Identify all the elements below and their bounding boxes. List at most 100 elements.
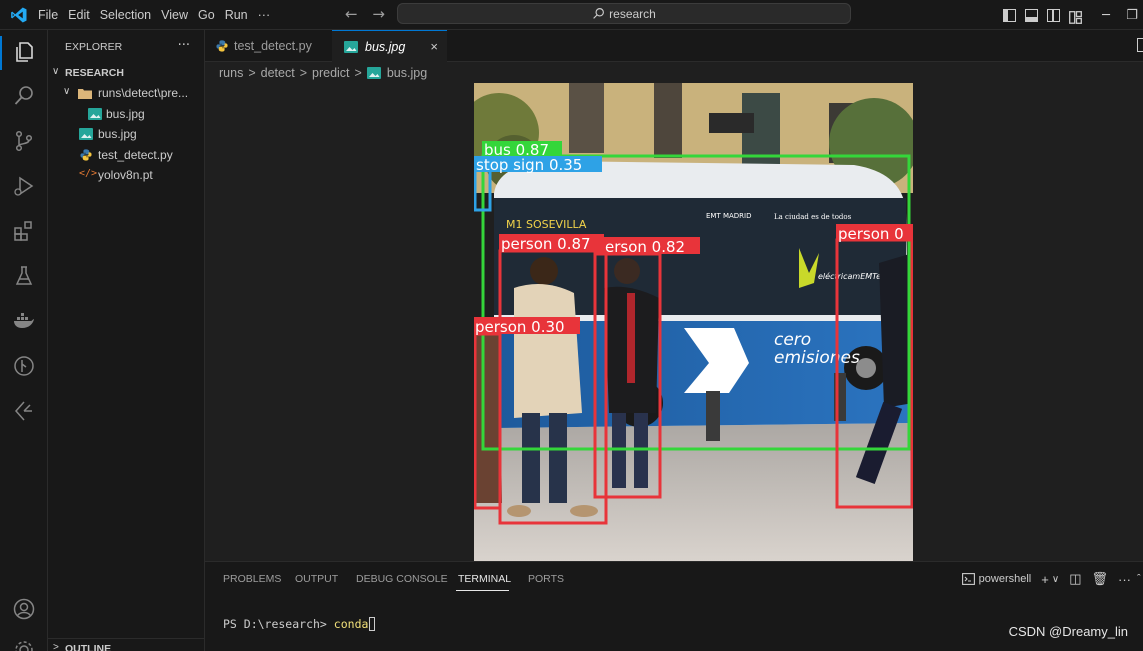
tree-item-label: bus.jpg [106, 107, 145, 121]
run-debug-icon[interactable] [12, 174, 36, 198]
back-arrow-icon[interactable]: ← [345, 5, 358, 23]
chevron-down-icon[interactable]: ∨ [1052, 574, 1059, 585]
image-file-icon [79, 128, 93, 140]
toggle-primary-sidebar-icon[interactable] [1003, 8, 1016, 22]
tree-item-bus-jpg-nested[interactable]: bus.jpg [48, 104, 205, 124]
remote-explorer-icon[interactable] [12, 399, 36, 423]
tree-item-label: bus.jpg [98, 127, 137, 141]
more-actions-icon[interactable]: ··· [1118, 572, 1131, 587]
tree-root-research[interactable]: ∨ RESEARCH [48, 63, 205, 83]
outline-section[interactable]: > OUTLINE [48, 638, 205, 651]
search-icon [593, 8, 605, 19]
tree-item-runs-folder[interactable]: ∨ runs\detect\pre... [48, 83, 205, 103]
python-icon [216, 40, 228, 52]
bbox-label-person: person 0.87 [501, 235, 591, 253]
settings-gear-icon[interactable] [12, 638, 36, 651]
explorer-more-button[interactable]: ··· [178, 38, 190, 53]
bottom-panel: PROBLEMS OUTPUT DEBUG CONSOLE TERMINAL P… [205, 561, 1143, 651]
new-terminal-plus-icon[interactable]: + [1041, 572, 1049, 587]
explorer-sidebar: EXPLORER ··· ∨ RESEARCH ∨ runs\detect\pr… [48, 30, 205, 651]
search-text: research [609, 6, 656, 21]
toggle-panel-icon[interactable] [1025, 8, 1038, 22]
image-icon [344, 41, 358, 53]
menu-more[interactable]: ··· [258, 8, 271, 22]
breadcrumb-detect[interactable]: detect [261, 66, 295, 80]
image-icon [366, 67, 381, 79]
bus-route-sign: M1 SOSEVILLA [506, 218, 587, 231]
minimize-button[interactable]: ─ [1091, 8, 1121, 23]
tree-item-label: runs\detect\pre... [98, 86, 189, 100]
breadcrumb: runs > detect > predict > bus.jpg [219, 64, 427, 82]
bbox-label-person: person 0 [838, 225, 904, 243]
tab-test-detect-py[interactable]: test_detect.py [205, 30, 331, 62]
code-file-icon: </> [79, 168, 98, 179]
tab-ports[interactable]: PORTS [528, 573, 564, 585]
accounts-icon[interactable] [12, 597, 36, 621]
toggle-secondary-sidebar-icon[interactable] [1047, 8, 1060, 22]
chevron-down-icon: ∨ [52, 66, 60, 77]
close-icon[interactable]: × [430, 39, 438, 54]
image-file-icon [88, 108, 102, 120]
tree-item-label: test_detect.py [98, 148, 173, 162]
menu-run[interactable]: Run [225, 8, 248, 22]
terminal-actions: powershell + ∨ ◫ 🗑 ··· ˆ [961, 568, 1143, 590]
explorer-icon[interactable] [12, 40, 36, 64]
tab-problems[interactable]: PROBLEMS [223, 573, 281, 585]
image-preview[interactable]: M1 SOSEVILLA EMT MADRID La ciudad es de … [474, 83, 913, 561]
breadcrumb-runs[interactable]: runs [219, 66, 243, 80]
bus-slogan-2: emisiones [774, 348, 860, 368]
bus-emt-logo: EMT MADRID [706, 212, 752, 220]
menu-view[interactable]: View [161, 8, 188, 22]
window-controls: ─ ❐ [1003, 0, 1143, 30]
trash-icon[interactable]: 🗑 [1091, 571, 1108, 587]
activity-bar [0, 30, 48, 651]
folder-icon [78, 89, 92, 99]
split-terminal-icon[interactable]: ◫ [1069, 571, 1081, 587]
source-control-icon[interactable] [12, 129, 36, 153]
breadcrumb-separator-icon: > [299, 66, 308, 80]
tree-item-test-detect-py[interactable]: test_detect.py [48, 145, 205, 165]
tab-output[interactable]: OUTPUT [295, 573, 338, 585]
command-center-search[interactable]: research [397, 3, 851, 24]
bus-slogan-1: cero [774, 330, 811, 350]
terminal-command: conda [333, 617, 369, 631]
tab-bus-jpg[interactable]: bus.jpg × [332, 30, 447, 62]
tree-item-yolov8n-pt[interactable]: </> yolov8n.pt [48, 165, 205, 185]
docker-icon[interactable] [12, 309, 36, 333]
python-file-icon [80, 149, 92, 161]
tab-terminal[interactable]: TERMINAL [458, 573, 511, 585]
maximize-panel-icon[interactable]: ˆ [1137, 573, 1143, 585]
terminal-output[interactable]: PS D:\research> conda [223, 617, 376, 631]
chevron-right-icon: > [53, 642, 59, 651]
chevron-down-icon: ∨ [63, 86, 71, 97]
restore-button[interactable]: ❐ [1121, 8, 1143, 23]
testing-flask-icon[interactable] [12, 264, 36, 288]
menu-bar: File Edit Selection View Go Run ··· [38, 0, 280, 30]
breadcrumb-predict[interactable]: predict [312, 66, 350, 80]
tab-debug-console[interactable]: DEBUG CONSOLE [356, 573, 448, 585]
terminal-icon [961, 573, 975, 585]
extensions-icon[interactable] [12, 219, 36, 243]
tree-item-bus-jpg[interactable]: bus.jpg [48, 124, 205, 144]
active-indicator [0, 36, 2, 70]
title-bar: File Edit Selection View Go Run ··· ← → … [0, 0, 1143, 30]
menu-file[interactable]: File [38, 8, 58, 22]
bbox-label-person: person 0.30 [475, 318, 565, 336]
breadcrumb-separator-icon: > [354, 66, 362, 80]
bus-brand: eléctricamEMTe [818, 271, 881, 281]
split-editor-icon[interactable] [1137, 38, 1143, 52]
menu-edit[interactable]: Edit [68, 8, 90, 22]
git-graph-icon[interactable] [12, 354, 36, 378]
customize-layout-icon[interactable] [1069, 9, 1082, 24]
person-figure [474, 333, 502, 503]
breadcrumb-separator-icon: > [248, 66, 256, 80]
bbox-label-stop-sign: stop sign 0.35 [476, 156, 582, 174]
terminal-shell-name[interactable]: powershell [979, 573, 1032, 585]
menu-selection[interactable]: Selection [100, 8, 151, 22]
menu-go[interactable]: Go [198, 8, 215, 22]
breadcrumb-bus-jpg[interactable]: bus.jpg [387, 66, 427, 80]
search-activity-icon[interactable] [12, 84, 36, 108]
watermark: CSDN @Dreamy_lin [1008, 624, 1128, 639]
tab-label: test_detect.py [234, 39, 312, 53]
forward-arrow-icon[interactable]: → [372, 5, 385, 23]
